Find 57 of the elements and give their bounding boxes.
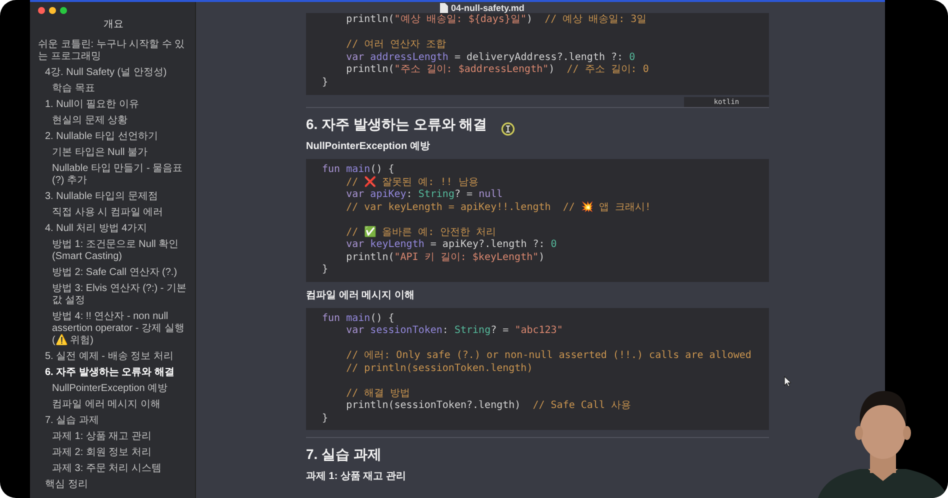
- outline-item[interactable]: 6. 자주 발생하는 오류와 해결: [38, 365, 189, 381]
- outline-item[interactable]: 방법 4: !! 연산자 - non null assertion operator - 강제 실행 (⚠ 위험): [38, 309, 189, 349]
- outline-item[interactable]: Nullable 타입 만들기 - 물음표(?) 추가: [38, 161, 189, 189]
- outline-item[interactable]: 과제 1: 상품 재고 관리: [38, 429, 189, 445]
- code-line: println(sessionToken?.length) // Safe Call 사용: [345, 400, 631, 412]
- outline-item[interactable]: 현실의 문제 상황: [38, 113, 189, 129]
- code-line: var keyLength = apiKey?.length ?: 0: [345, 239, 557, 252]
- cursor-highlight-icon: [501, 122, 515, 136]
- code-line: // var keyLength = apiKey!!.length // 💥 앱 크래시!: [345, 202, 651, 214]
- zoom-button[interactable]: [60, 7, 67, 14]
- close-button[interactable]: [38, 7, 45, 14]
- subsection-heading: NullPointerException 예방: [306, 140, 430, 153]
- code-line: // println(sessionToken.length): [345, 362, 533, 375]
- document-icon: [440, 2, 448, 12]
- code-line: println("예상 배송일: ${days}일") // 예상 배송일: 3일: [345, 14, 647, 26]
- outline-item[interactable]: 2. Nullable 타입 선언하기: [38, 129, 189, 145]
- code-line: // ✅ 올바른 예: 안전한 처리: [345, 226, 496, 239]
- code-line: var sessionToken: String? = "abc123": [345, 325, 563, 338]
- outline-item[interactable]: 방법 3: Elvis 연산자 (?:) - 기본값 설정: [38, 281, 189, 309]
- subsection-heading: 컴파일 에러 메시지 이해: [306, 288, 414, 302]
- minimize-button[interactable]: [49, 7, 56, 14]
- outline-item[interactable]: 컴파일 에러 메시지 이해: [38, 397, 189, 413]
- code-line: // 여러 연산자 조합: [345, 39, 446, 52]
- outline-item[interactable]: 기본 타입은 Null 불가: [38, 145, 189, 161]
- outline-title: 개요: [102, 18, 124, 31]
- outline-item[interactable]: 직접 사용 시 컴파일 에러: [38, 205, 189, 221]
- code-line: // 에러: Only safe (?.) or non-null asserted (!!.) calls are allowed: [345, 350, 752, 362]
- outline-item[interactable]: 쉬운 코틀린: 누구나 시작할 수 있는 프로그래밍: [38, 37, 189, 65]
- code-line: var apiKey: String? = null: [345, 189, 503, 202]
- outline-item[interactable]: 1. Null이 필요한 이유: [38, 97, 189, 113]
- outline-item[interactable]: 방법 2: Safe Call 연산자 (?.): [38, 265, 189, 281]
- outline-item[interactable]: 4. Null 처리 방법 4가지: [38, 221, 189, 237]
- window-title: 04-null-safety.md: [440, 2, 524, 12]
- outline-item[interactable]: 과제 3: 주문 처리 시스템: [38, 461, 189, 477]
- outline-item[interactable]: 7. 실습 과제: [38, 413, 189, 429]
- code-line: // 해결 방법: [345, 388, 410, 400]
- outline-item[interactable]: 3. Nullable 타입의 문제점: [38, 189, 189, 205]
- outline-item[interactable]: 과제 2: 회원 정보 처리: [38, 445, 189, 461]
- outline-item[interactable]: 학습 목표: [38, 81, 189, 97]
- section-heading: 7. 실습 과제: [306, 446, 382, 463]
- code-line: }: [322, 76, 328, 89]
- outline-item[interactable]: 핵심 정리: [38, 477, 189, 493]
- subsection-heading: 과제 1: 상품 재고 관리: [306, 470, 406, 483]
- code-line: }: [322, 412, 328, 425]
- code-line: fun main() {: [322, 164, 394, 176]
- outline-item[interactable]: 4강. Null Safety (널 안정성): [38, 65, 189, 81]
- code-line: println("API 키 길이: $keyLength"): [345, 252, 545, 264]
- code-line: }: [322, 264, 328, 276]
- outline-item[interactable]: NullPointerException 예방: [38, 381, 189, 397]
- mouse-pointer-icon: [784, 376, 791, 387]
- section-heading: 6. 자주 발생하는 오류와 해결: [306, 116, 488, 133]
- outline-item[interactable]: 5. 실전 예제 - 배송 정보 처리: [38, 349, 189, 365]
- code-line: println("주소 길이: $addressLength") // 주소 길이: 0: [345, 64, 649, 76]
- code-line: // ❌ 잘못된 예: !! 남용: [345, 176, 478, 189]
- code-line: fun main() {: [322, 312, 394, 325]
- code-line: var addressLength = deliveryAddress?.length ?: 0: [345, 52, 636, 64]
- outline-item[interactable]: 방법 1: 조건문으로 Null 확인 (Smart Casting): [38, 237, 189, 265]
